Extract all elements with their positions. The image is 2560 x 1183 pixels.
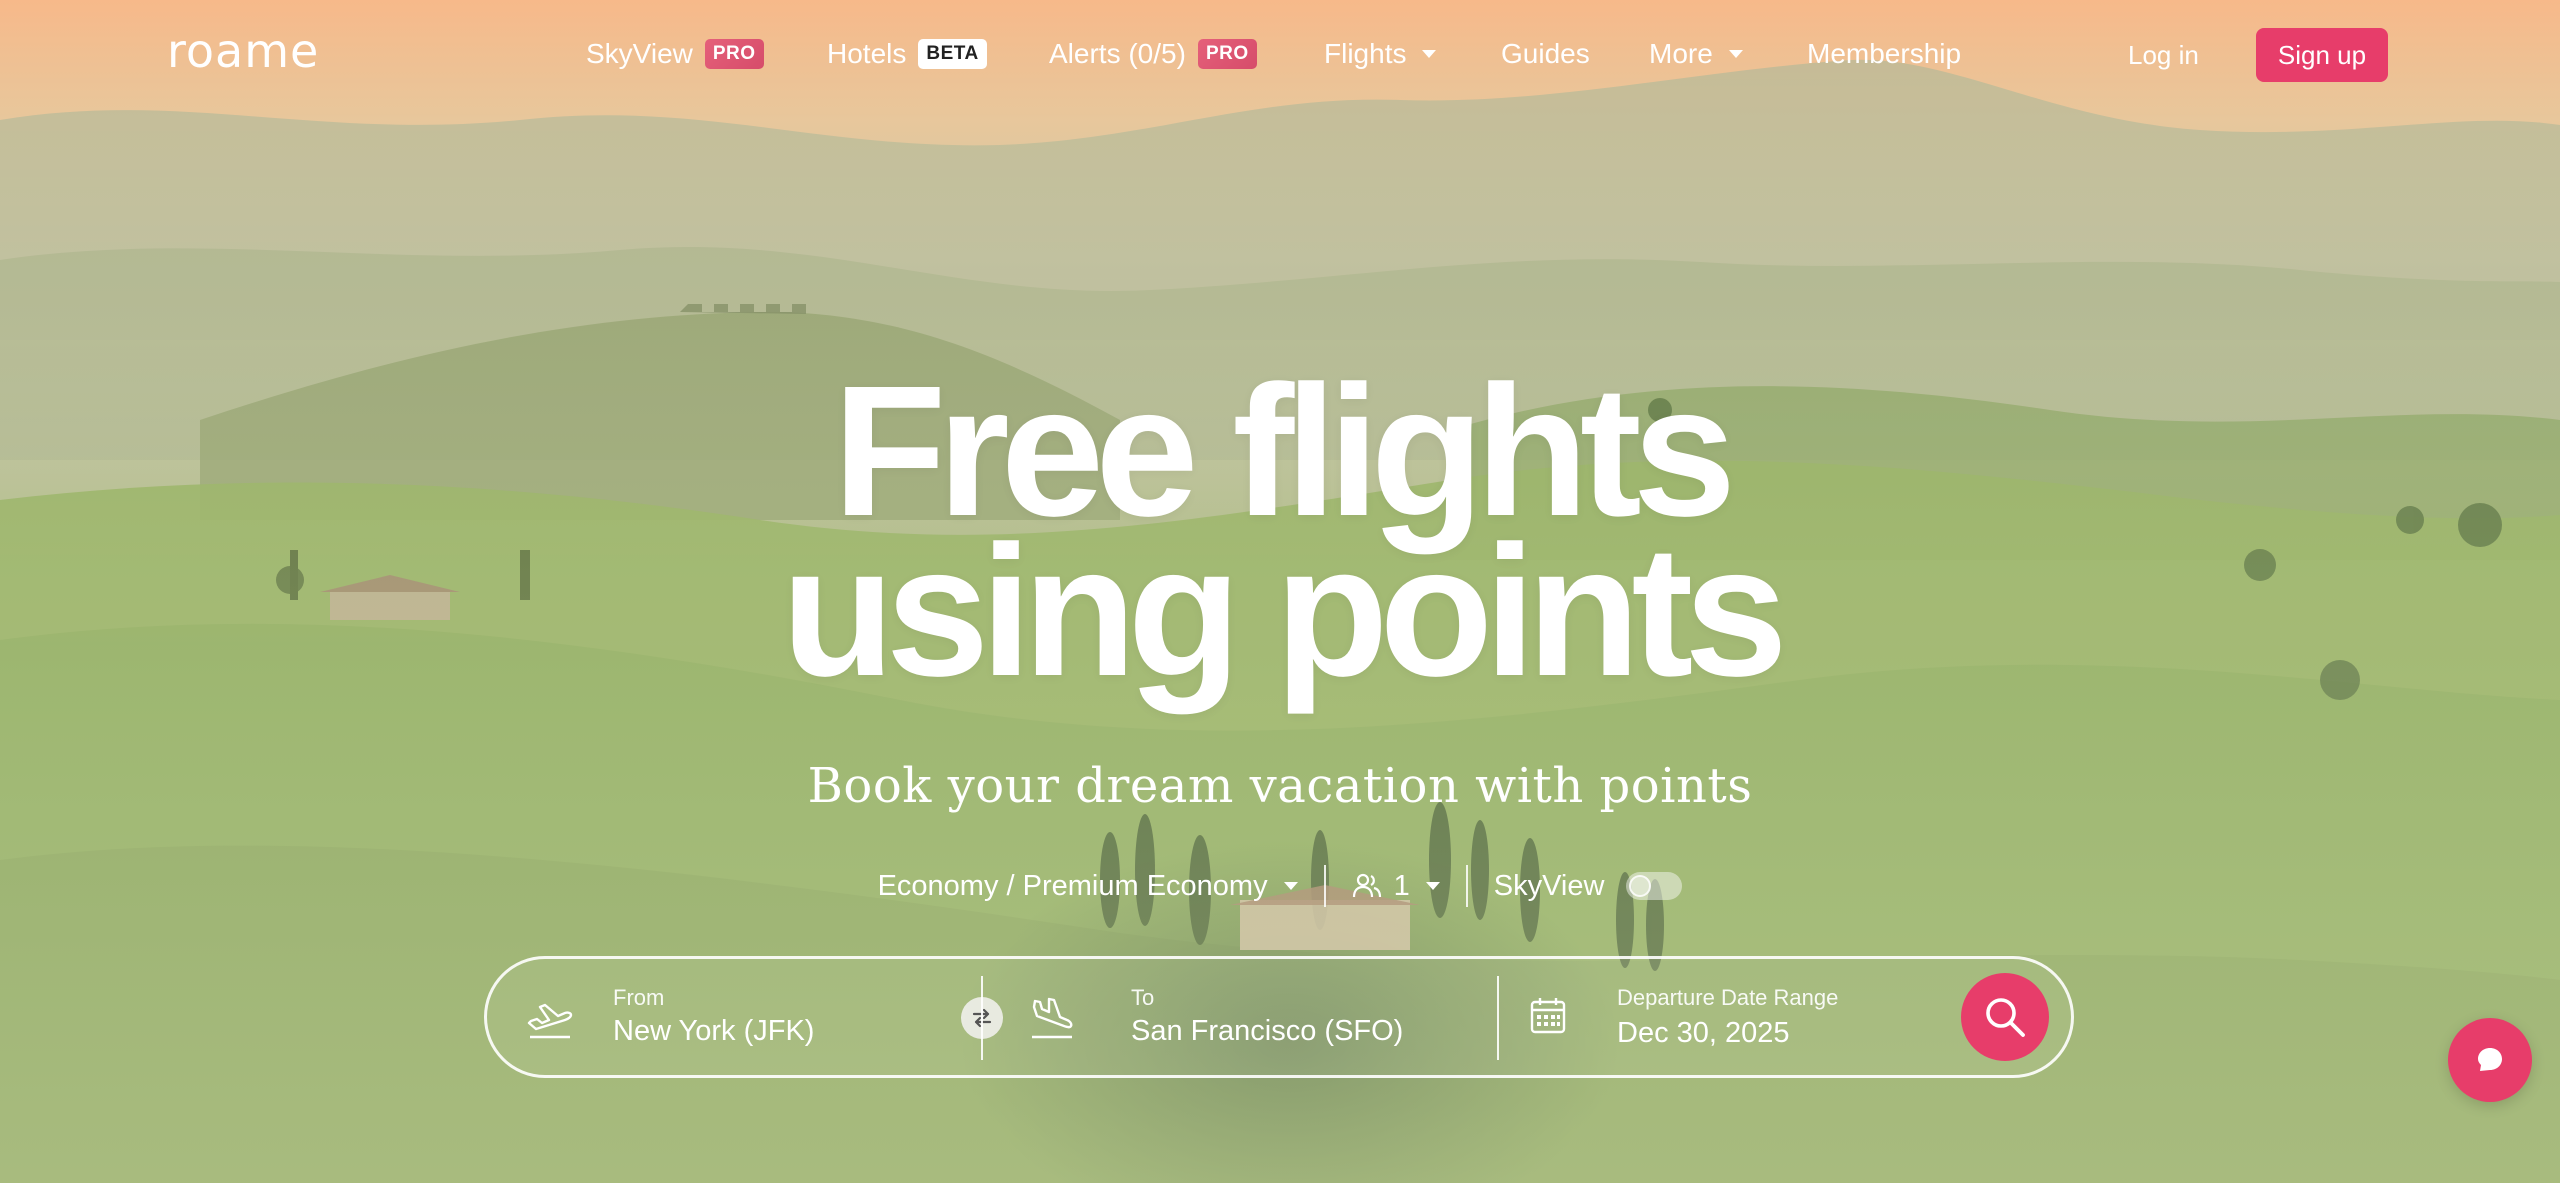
departure-date-label: Departure Date Range [1617,985,1839,1010]
pro-badge: PRO [1197,39,1257,69]
top-navbar: roame SkyView PRO Hotels BETA Alerts (0/… [0,0,2560,112]
departure-date-value: Dec 30, 2025 [1617,1017,1790,1049]
roame-logo[interactable]: roame [167,24,319,78]
from-field[interactable]: From New York (JFK) [487,959,971,1075]
cabin-class-select[interactable]: Economy / Premium Economy [852,870,1324,903]
skyview-toggle-group: SkyView [1468,870,1709,903]
flight-search-bar: From New York (JFK) To San Francisco (SF… [484,956,2074,1078]
chat-support-button[interactable] [2448,1018,2532,1102]
nav-flights[interactable]: Flights [1324,38,1437,70]
nav-more-label: More [1649,38,1713,69]
takeoff-icon [527,1003,573,1039]
to-label: To [1131,985,1155,1010]
to-field[interactable]: To San Francisco (SFO) [1007,959,1477,1075]
pro-badge: PRO [704,39,764,69]
passenger-count: 1 [1393,869,1410,902]
hero-subtitle: Book your dream vacation with points [807,758,1753,814]
from-label: From [613,985,665,1010]
beta-badge: BETA [918,39,987,69]
nav-skyview-label: SkyView [586,38,693,69]
hero-title: Free flights using points [0,359,2560,705]
nav-membership-label: Membership [1807,38,1962,69]
search-options-row: Economy / Premium Economy 1 SkyView [0,862,2560,910]
search-icon [1986,998,2025,1037]
landing-icon [1032,997,1073,1039]
search-button[interactable] [1961,973,2049,1061]
nav-hotels-label: Hotels [827,38,907,69]
to-value: San Francisco (SFO) [1131,1015,1404,1047]
signup-button[interactable]: Sign up [2256,28,2388,82]
chat-icon [2478,1048,2502,1071]
skyview-toggle-label: SkyView [1493,869,1605,902]
nav-alerts-label: Alerts (0/5) [1049,38,1186,69]
login-link[interactable]: Log in [2128,40,2199,71]
nav-flights-label: Flights [1324,38,1407,69]
departure-date-field[interactable]: Departure Date Range Dec 30, 2025 [1517,959,1947,1075]
nav-guides-label: Guides [1501,38,1590,69]
cabin-class-value: Economy / Premium Economy [877,869,1268,902]
calendar-icon [1530,998,1566,1034]
chevron-down-icon [1425,882,1440,890]
nav-more[interactable]: More [1649,38,1743,70]
nav-alerts[interactable]: Alerts (0/5) PRO [1049,38,1257,70]
chevron-down-icon [1728,50,1743,58]
nav-guides[interactable]: Guides [1501,38,1590,70]
nav-skyview[interactable]: SkyView PRO [586,38,764,70]
divider [981,976,983,1060]
chevron-down-icon [1283,882,1298,890]
chevron-down-icon [1422,50,1437,58]
from-value: New York (JFK) [613,1015,815,1047]
passenger-select[interactable]: 1 [1326,870,1466,903]
skyview-toggle[interactable] [1626,872,1683,900]
divider [1497,976,1499,1060]
passengers-icon [1352,873,1381,898]
nav-membership[interactable]: Membership [1807,38,1961,70]
nav-hotels[interactable]: Hotels BETA [827,38,987,70]
hero-title-line-2: using points [781,508,1788,715]
toggle-knob [1629,875,1652,897]
